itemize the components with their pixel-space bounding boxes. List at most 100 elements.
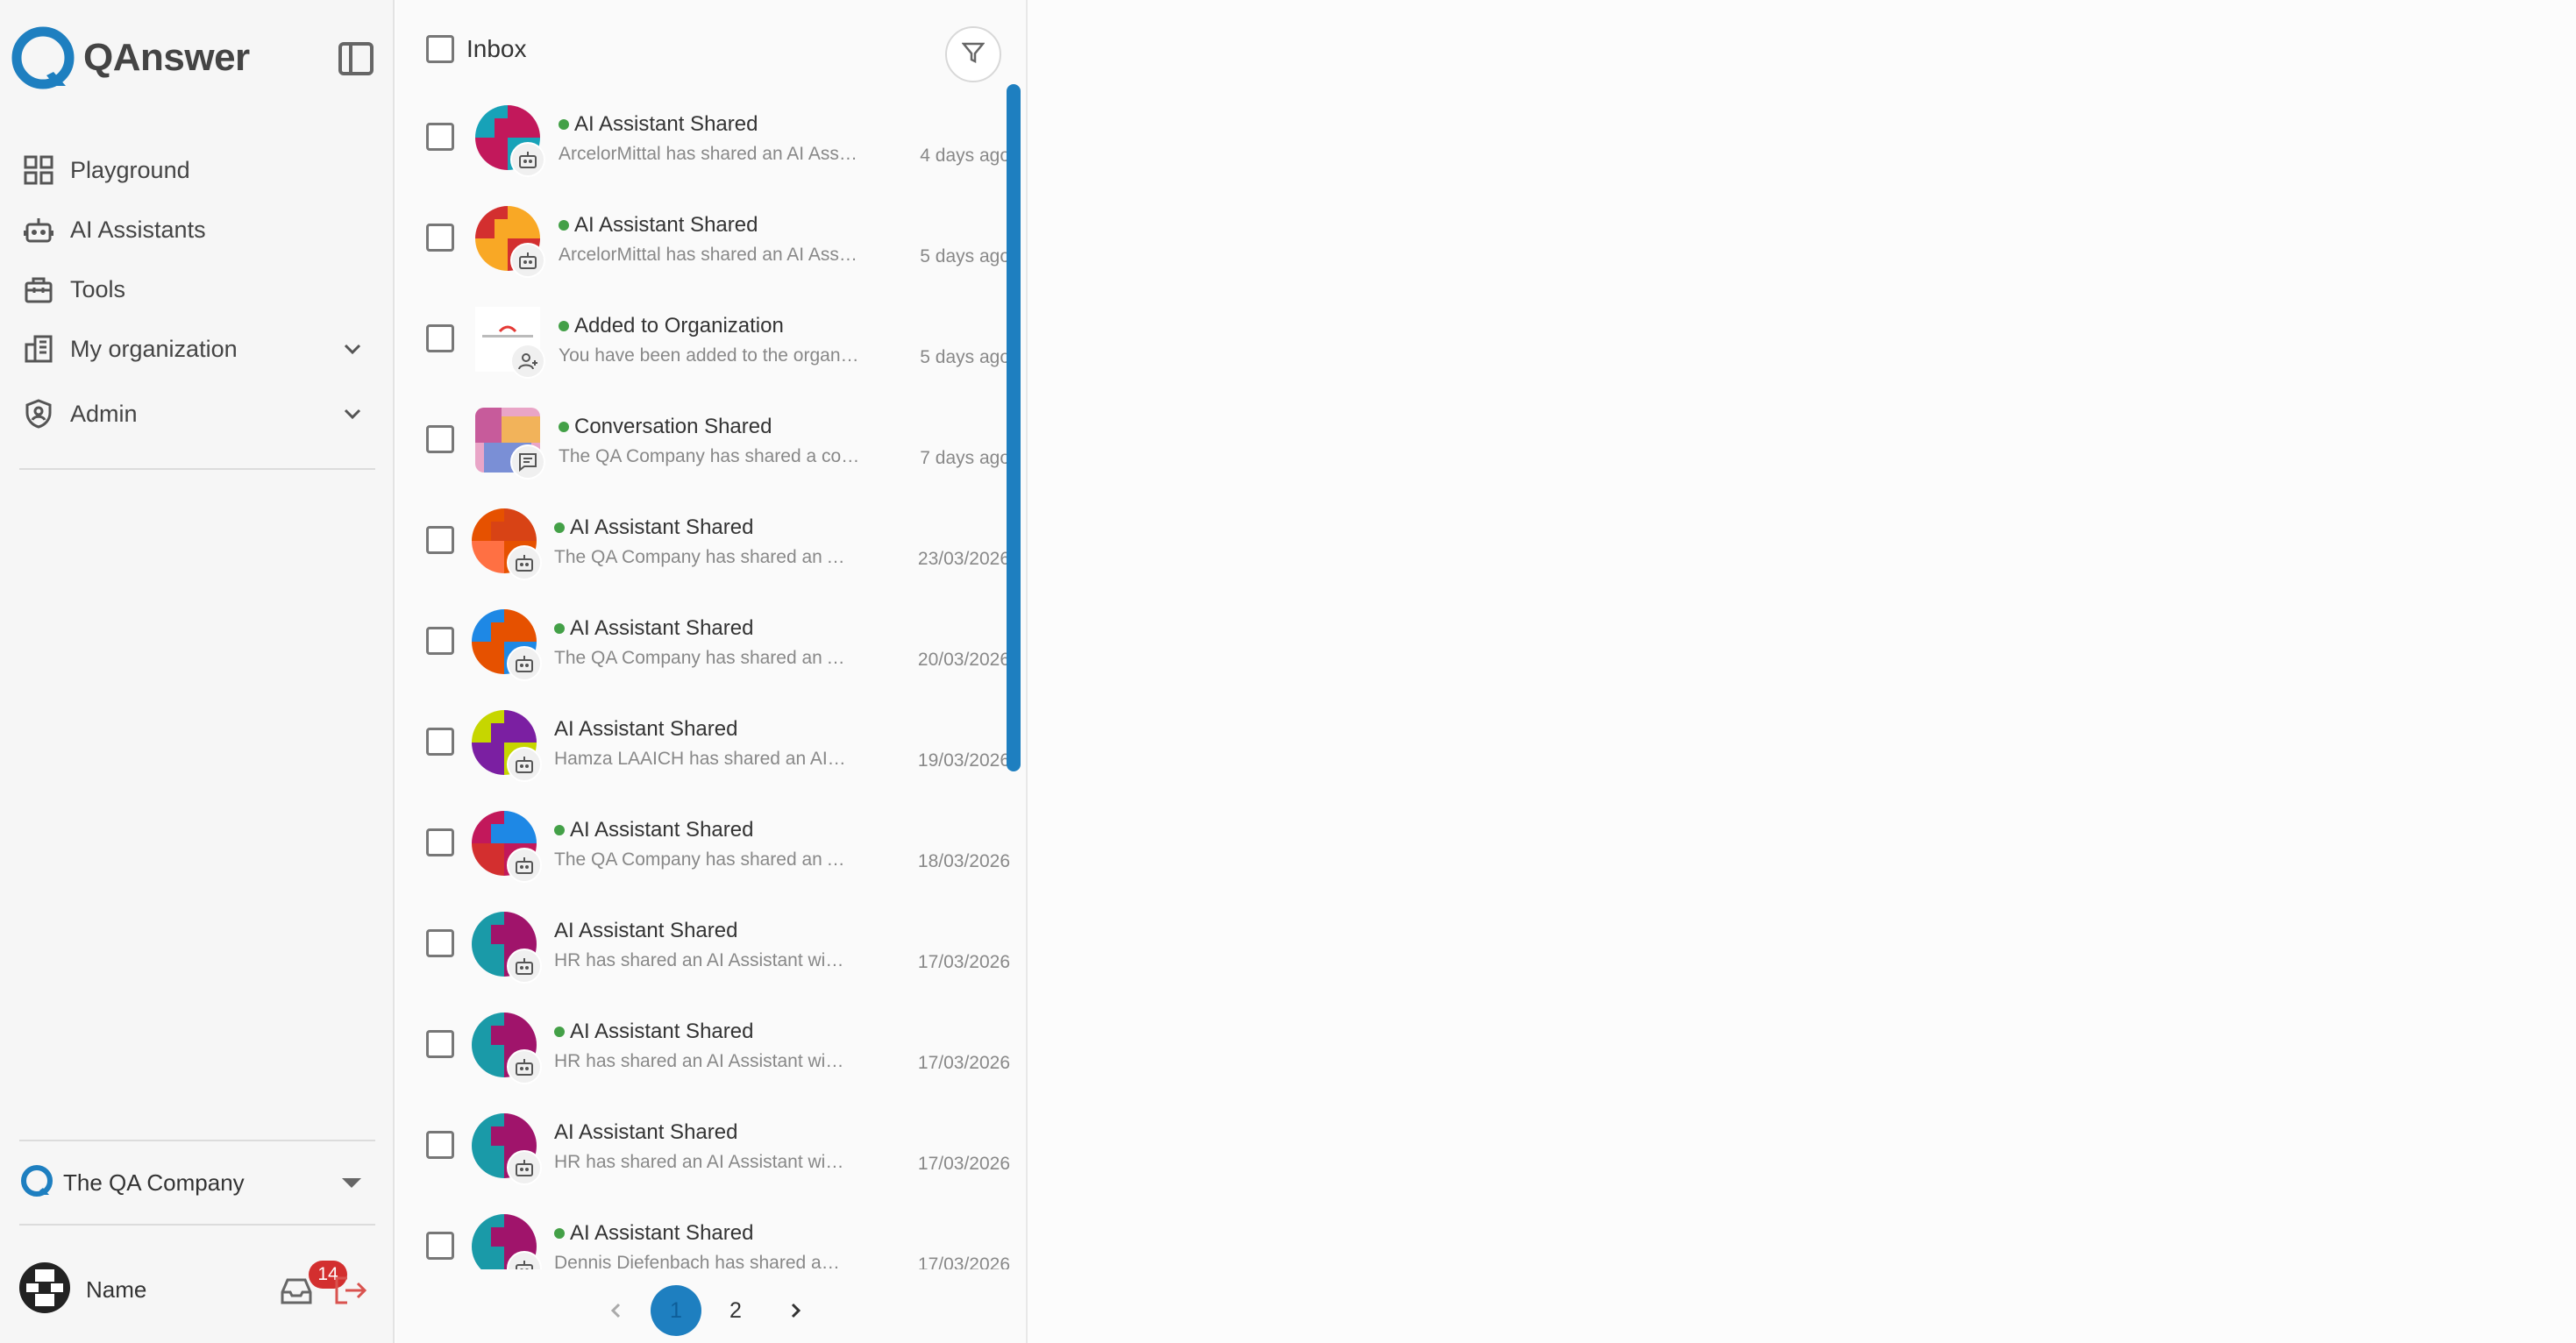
sidebar-item-tools[interactable]: Tools bbox=[0, 259, 395, 319]
list-item[interactable]: AI Assistant Shared HR has shared an AI A… bbox=[396, 1092, 1010, 1193]
list-item[interactable]: AI Assistant Shared ArcelorMittal has sha… bbox=[396, 185, 1010, 286]
organization-logo-icon bbox=[19, 1163, 54, 1203]
filter-button[interactable] bbox=[945, 26, 1001, 82]
row-date: 5 days ago bbox=[920, 246, 1010, 266]
unread-dot bbox=[554, 1027, 565, 1037]
list-item[interactable]: AI Assistant Shared The QA Company has sh… bbox=[396, 790, 1010, 891]
row-checkbox[interactable] bbox=[426, 425, 454, 453]
row-title-text: AI Assistant Shared bbox=[554, 919, 738, 942]
list-item[interactable]: AI Assistant Shared The QA Company has sh… bbox=[396, 487, 1010, 588]
row-subtitle: The QA Company has shared an AI Assistan… bbox=[554, 648, 848, 668]
notification-list: AI Assistant Shared ArcelorMittal has sha… bbox=[396, 84, 1010, 1269]
list-item[interactable]: AI Assistant Shared Hamza LAAICH has shar… bbox=[396, 689, 1010, 790]
robot-icon bbox=[510, 243, 545, 278]
row-text: AI Assistant Shared The QA Company has sh… bbox=[554, 515, 848, 568]
row-checkbox[interactable] bbox=[426, 1030, 454, 1058]
page-button[interactable]: 1 bbox=[651, 1285, 701, 1336]
row-title: AI Assistant Shared bbox=[554, 919, 843, 943]
row-subtitle: HR has shared an AI Assistant with you bbox=[554, 1152, 848, 1172]
row-date: 23/03/2026 bbox=[917, 549, 1010, 569]
logout-icon[interactable] bbox=[333, 1275, 368, 1306]
sidebar-item-my-organization[interactable]: My organization bbox=[0, 319, 395, 379]
row-title: AI Assistant Shared bbox=[554, 1020, 843, 1044]
app-name: QAnswer bbox=[83, 36, 250, 79]
inbox-panel: Inbox AI Assistant Shared ArcelorMittal h… bbox=[396, 0, 1028, 1343]
sidebar-item-label: Tools bbox=[70, 275, 126, 302]
row-text: Added to Organization You have been added… bbox=[559, 314, 861, 366]
row-checkbox[interactable] bbox=[426, 526, 454, 554]
chevron-down-icon[interactable] bbox=[342, 338, 363, 364]
unread-dot bbox=[554, 825, 565, 835]
shield-icon bbox=[23, 398, 54, 430]
row-title-text: AI Assistant Shared bbox=[554, 717, 738, 741]
row-subtitle: HR has shared an AI Assistant with you bbox=[554, 1051, 848, 1071]
user-name: Name bbox=[86, 1275, 147, 1303]
chevron-down-icon[interactable] bbox=[342, 403, 363, 429]
row-date: 7 days ago bbox=[920, 448, 1010, 468]
sidebar-item-label: Playground bbox=[70, 156, 190, 183]
row-date: 17/03/2026 bbox=[917, 1154, 1010, 1174]
row-checkbox[interactable] bbox=[426, 728, 454, 756]
robot-icon bbox=[23, 214, 54, 245]
sidebar-collapse-icon[interactable] bbox=[338, 42, 374, 75]
row-subtitle: The QA Company has shared an AI Assistan… bbox=[554, 547, 848, 567]
row-text: AI Assistant Shared HR has shared an AI A… bbox=[554, 1120, 848, 1173]
row-checkbox[interactable] bbox=[426, 828, 454, 856]
list-item[interactable]: AI Assistant Shared HR has shared an AI A… bbox=[396, 891, 1010, 991]
row-title: AI Assistant Shared bbox=[554, 717, 843, 742]
list-item[interactable]: Added to Organization You have been added… bbox=[396, 286, 1010, 387]
row-title: AI Assistant Shared bbox=[554, 818, 843, 842]
unread-dot bbox=[554, 1228, 565, 1239]
robot-icon bbox=[507, 1150, 542, 1185]
robot-icon bbox=[507, 747, 542, 782]
row-checkbox[interactable] bbox=[426, 1232, 454, 1260]
sidebar-item-label: Admin bbox=[70, 400, 138, 427]
scrollbar[interactable] bbox=[1007, 84, 1021, 771]
unread-dot bbox=[554, 623, 565, 634]
select-all-checkbox[interactable] bbox=[426, 35, 454, 63]
filter-icon bbox=[961, 41, 986, 68]
page-button[interactable]: 2 bbox=[710, 1285, 761, 1336]
row-checkbox[interactable] bbox=[426, 123, 454, 151]
app-logo[interactable]: QAnswer bbox=[11, 26, 250, 89]
list-item[interactable]: AI Assistant Shared The QA Company has sh… bbox=[396, 588, 1010, 689]
row-text: AI Assistant Shared The QA Company has sh… bbox=[554, 616, 848, 669]
row-subtitle: Hamza LAAICH has shared an AI Assistant … bbox=[554, 749, 848, 769]
sidebar-item-admin[interactable]: Admin bbox=[0, 384, 395, 444]
row-text: Conversation Shared The QA Company has sh… bbox=[559, 415, 861, 467]
organization-select[interactable]: The QA Company bbox=[19, 1140, 375, 1226]
toolbox-icon bbox=[23, 274, 54, 305]
avatar[interactable] bbox=[19, 1261, 70, 1318]
list-item[interactable]: AI Assistant Shared Dennis Diefenbach has… bbox=[396, 1193, 1010, 1269]
unread-dot bbox=[559, 422, 569, 432]
unread-dot bbox=[559, 220, 569, 231]
row-checkbox[interactable] bbox=[426, 1131, 454, 1159]
list-item[interactable]: Conversation Shared The QA Company has sh… bbox=[396, 387, 1010, 487]
user-add-icon bbox=[510, 344, 545, 379]
next-page-icon[interactable] bbox=[770, 1285, 821, 1336]
row-title-text: AI Assistant Shared bbox=[570, 515, 754, 539]
caret-down-icon[interactable] bbox=[342, 1178, 361, 1188]
row-checkbox[interactable] bbox=[426, 627, 454, 655]
pagination: 1 2 bbox=[591, 1285, 829, 1336]
sidebar-item-label: AI Assistants bbox=[70, 216, 206, 243]
row-title: AI Assistant Shared bbox=[554, 616, 843, 641]
grid-icon bbox=[23, 154, 54, 186]
prev-page-icon[interactable] bbox=[591, 1285, 642, 1336]
row-title-text: Conversation Shared bbox=[574, 415, 772, 438]
sidebar-item-playground[interactable]: Playground bbox=[0, 140, 395, 200]
row-date: 17/03/2026 bbox=[917, 1254, 1010, 1269]
sidebar-item-label: My organization bbox=[70, 335, 238, 362]
list-item[interactable]: AI Assistant Shared HR has shared an AI A… bbox=[396, 991, 1010, 1092]
building-icon bbox=[23, 333, 54, 365]
row-checkbox[interactable] bbox=[426, 224, 454, 252]
row-title: AI Assistant Shared bbox=[559, 213, 848, 238]
row-checkbox[interactable] bbox=[426, 929, 454, 957]
row-checkbox[interactable] bbox=[426, 324, 454, 352]
row-text: AI Assistant Shared HR has shared an AI A… bbox=[554, 1020, 848, 1072]
row-title-text: Added to Organization bbox=[574, 314, 784, 338]
list-item[interactable]: AI Assistant Shared ArcelorMittal has sha… bbox=[396, 84, 1010, 185]
sidebar-nav: Playground AI Assistants Tools My organi… bbox=[0, 140, 395, 444]
qanswer-logo-icon bbox=[11, 26, 75, 89]
sidebar-item-ai-assistants[interactable]: AI Assistants bbox=[0, 200, 395, 259]
